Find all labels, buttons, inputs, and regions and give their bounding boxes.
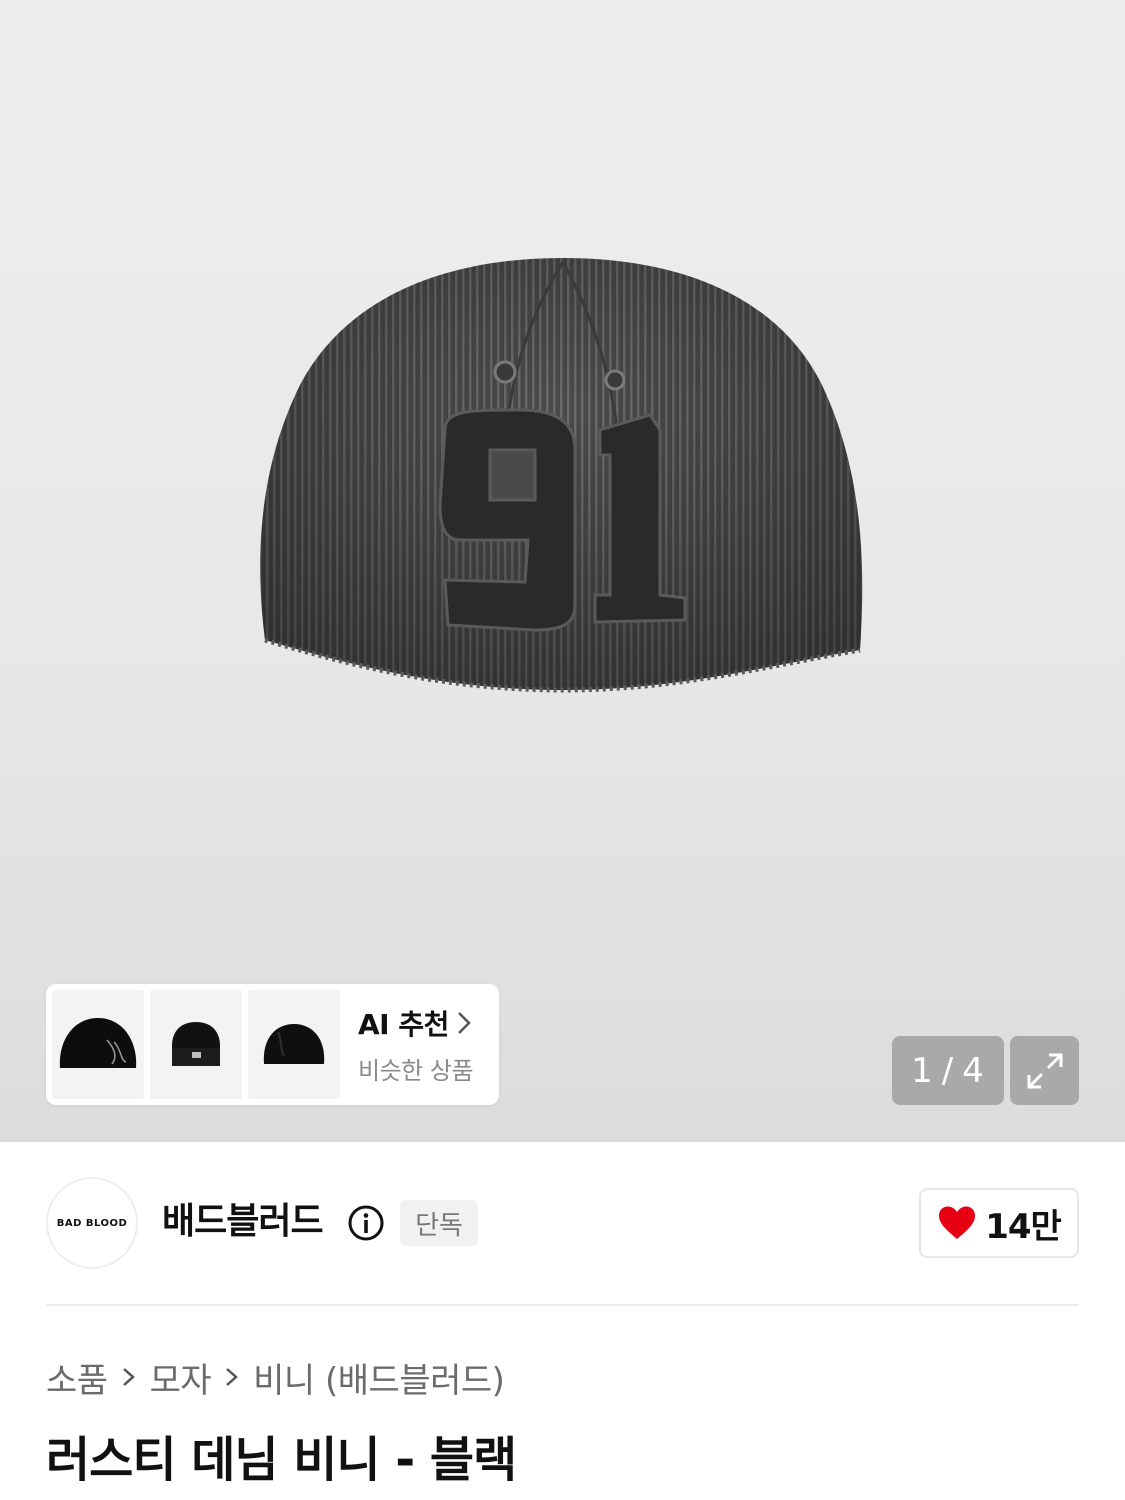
ai-title: AI 추천 [358,1008,449,1041]
section-divider [46,1304,1079,1306]
breadcrumb: 소품 모자 비니 (배드블러드) [46,1353,505,1402]
beanie-thumbnail-icon [172,1022,220,1066]
counter-separator: / [941,1050,955,1091]
chevron-right-icon [225,1365,239,1389]
expand-icon [1027,1053,1062,1088]
beanie-thumbnail-icon [263,1024,325,1064]
heart-icon [939,1206,976,1239]
counter-current: 1 [911,1050,934,1091]
breadcrumb-item-hats[interactable]: 모자 [150,1353,212,1402]
breadcrumb-item-accessories[interactable]: 소품 [46,1353,108,1402]
brand-logo[interactable]: BAD BLOOD [46,1177,138,1269]
like-button[interactable]: 14만 [919,1188,1079,1258]
brand-logo-text: BAD BLOOD [56,1217,128,1229]
counter-total: 4 [962,1050,985,1091]
product-main-image[interactable] [0,0,1125,1142]
beanie-thumbnail-1[interactable] [52,990,144,1099]
beanie-thumbnail-icon [59,1018,137,1068]
exclusive-badge: 단독 [400,1200,478,1246]
like-count: 14만 [985,1206,1062,1247]
brand-name[interactable]: 배드블러드 [162,1198,324,1246]
chevron-right-icon [122,1365,136,1389]
beanie-thumbnail-3[interactable] [248,990,340,1099]
product-image-gallery[interactable]: AI 추천 비슷한 상품 1 / 4 [0,0,1125,1142]
breadcrumb-item-beanie[interactable]: 비니 (배드블러드) [253,1353,505,1402]
product-title: 러스티 데님 비니 - 블랙 [46,1432,517,1488]
expand-button[interactable] [1010,1036,1079,1105]
ai-title-row: AI 추천 [358,1003,473,1043]
image-counter: 1 / 4 [892,1036,1004,1105]
product-detail-page: AI 추천 비슷한 상품 1 / 4 BAD BLOOD 배드블러드 단독 14… [0,0,1125,1500]
ai-recommendation[interactable]: AI 추천 비슷한 상품 [358,1003,474,1086]
ai-subtitle: 비슷한 상품 [358,1057,474,1085]
info-icon[interactable] [347,1204,385,1246]
beanie-thumbnail-2[interactable] [150,990,242,1099]
similar-products-card[interactable]: AI 추천 비슷한 상품 [46,984,499,1105]
chevron-right-icon [457,1011,471,1035]
